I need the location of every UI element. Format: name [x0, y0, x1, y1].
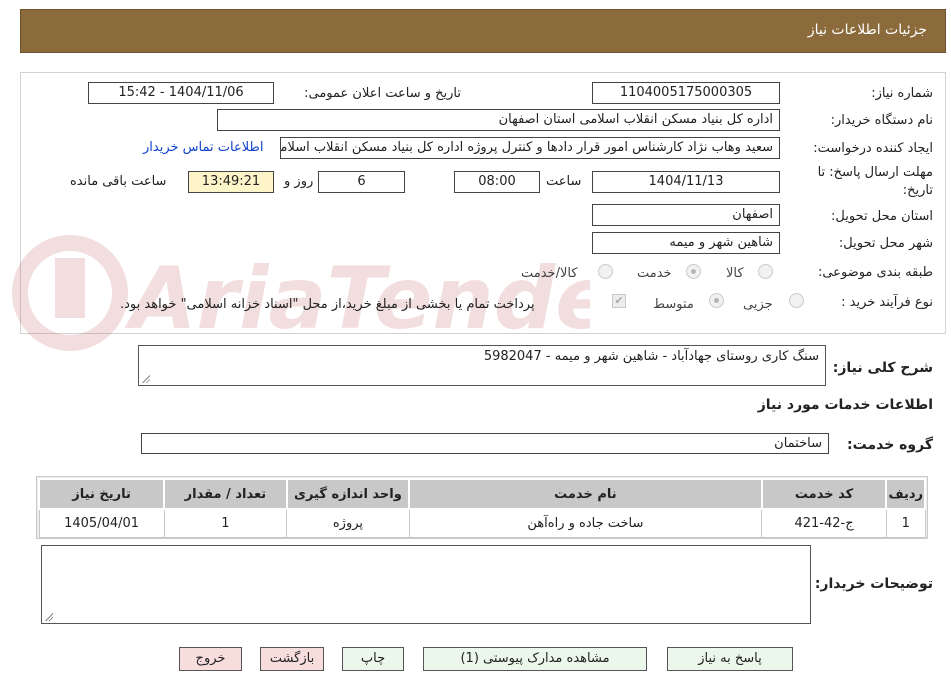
col-header-service-code: کد خدمت	[760, 478, 888, 510]
page-header: جزئیات اطلاعات نیاز	[20, 9, 946, 53]
process-radio-minor[interactable]	[789, 293, 804, 308]
buyer-contact-link[interactable]: اطلاعات تماس خریدار	[143, 140, 263, 155]
cell-service-code: ج-42-421	[761, 508, 887, 538]
services-section-title: اطلاعات خدمات مورد نیاز	[757, 397, 933, 413]
services-table: ردیف کد خدمت نام خدمت واحد اندازه گیری ت…	[37, 478, 926, 538]
days-label: روز و	[284, 174, 314, 189]
process-label: نوع فرآیند خرید :	[841, 295, 933, 310]
city-field: شاهین شهر و میمه	[592, 232, 780, 254]
days-field: 6	[318, 171, 405, 193]
process-radio-medium[interactable]	[709, 293, 724, 308]
resize-grip-icon[interactable]	[141, 374, 150, 383]
service-group-field: ساختمان	[141, 433, 829, 454]
category-label: طبقه بندی موضوعی:	[817, 265, 933, 280]
creator-field: سعید وهاب نژاد کارشناس امور قرار دادها و…	[280, 137, 780, 159]
province-field: اصفهان	[592, 204, 780, 226]
back-button[interactable]: بازگشت	[260, 647, 324, 671]
description-label: شرح کلی نیاز:	[832, 360, 933, 376]
buyer-org-label: نام دستگاه خریدار:	[830, 113, 933, 128]
remaining-time-field: 13:49:21	[188, 171, 274, 193]
deadline-label: مهلت ارسال پاسخ: تا	[817, 165, 933, 180]
reply-to-need-button[interactable]: پاسخ به نیاز	[667, 647, 793, 671]
cell-quantity: 1	[163, 508, 288, 538]
process-option-minor: جزیی	[743, 297, 773, 312]
view-attachments-button[interactable]: مشاهده مدارک پیوستی (1)	[423, 647, 647, 671]
col-header-row-number: ردیف	[885, 478, 926, 510]
treasury-note: پرداخت تمام یا بخشی از مبلغ خرید،از محل …	[120, 297, 535, 312]
category-option-service: خدمت	[637, 266, 672, 281]
col-header-unit: واحد اندازه گیری	[285, 478, 411, 510]
process-option-medium: متوسط	[653, 297, 694, 312]
buyer-org-field: اداره کل بنیاد مسکن انقلاب اسلامی استان …	[217, 109, 780, 131]
page-title: جزئیات اطلاعات نیاز	[807, 22, 927, 38]
exit-button[interactable]: خروج	[179, 647, 242, 671]
cell-need-date: 1405/04/01	[38, 508, 165, 538]
resize-grip-icon[interactable]	[44, 612, 53, 621]
cell-service-name: ساخت جاده و راه‌آهن	[408, 508, 763, 538]
description-text: سنگ کاری روستای جهادآباد - شاهین شهر و م…	[483, 349, 819, 364]
col-header-quantity: تعداد / مقدار	[163, 478, 288, 510]
announce-datetime-label: تاریخ و ساعت اعلان عمومی:	[304, 86, 461, 101]
col-header-service-name: نام خدمت	[408, 478, 763, 510]
category-option-goods: کالا	[726, 266, 744, 281]
cell-unit: پروژه	[286, 508, 410, 538]
table-row: 1 ج-42-421 ساخت جاده و راه‌آهن پروژه 1 1…	[38, 508, 926, 538]
buyer-notes-textarea[interactable]	[41, 545, 811, 624]
deadline-label-date: تاریخ:	[902, 183, 933, 198]
description-textarea: سنگ کاری روستای جهادآباد - شاهین شهر و م…	[138, 345, 826, 386]
creator-label: ایجاد کننده درخواست:	[813, 141, 933, 156]
category-radio-service[interactable]	[686, 264, 701, 279]
deadline-time-label: ساعت	[546, 174, 582, 189]
cell-row-number: 1	[885, 508, 926, 538]
remaining-time-label: ساعت باقی مانده	[70, 174, 167, 189]
table-header-row: ردیف کد خدمت نام خدمت واحد اندازه گیری ت…	[37, 478, 926, 510]
buyer-notes-label: توضیحات خریدار:	[814, 576, 933, 592]
need-number-label: شماره نیاز:	[871, 86, 933, 101]
announce-datetime-field: 1404/11/06 - 15:42	[88, 82, 274, 104]
deadline-time-field: 08:00	[454, 171, 540, 193]
service-group-label: گروه خدمت:	[847, 437, 933, 453]
treasury-checkbox[interactable]: ✔	[612, 294, 626, 308]
need-number-field: 1104005175000305	[592, 82, 780, 104]
deadline-date-field: 1404/11/13	[592, 171, 780, 193]
province-label: استان محل تحویل:	[831, 209, 933, 224]
print-button[interactable]: چاپ	[342, 647, 404, 671]
category-option-goods-service: کالا/خدمت	[521, 266, 578, 281]
category-radio-goods-service[interactable]	[598, 264, 613, 279]
col-header-need-date: تاریخ نیاز	[37, 478, 166, 510]
city-label: شهر محل تحویل:	[838, 236, 933, 251]
category-radio-goods[interactable]	[758, 264, 773, 279]
